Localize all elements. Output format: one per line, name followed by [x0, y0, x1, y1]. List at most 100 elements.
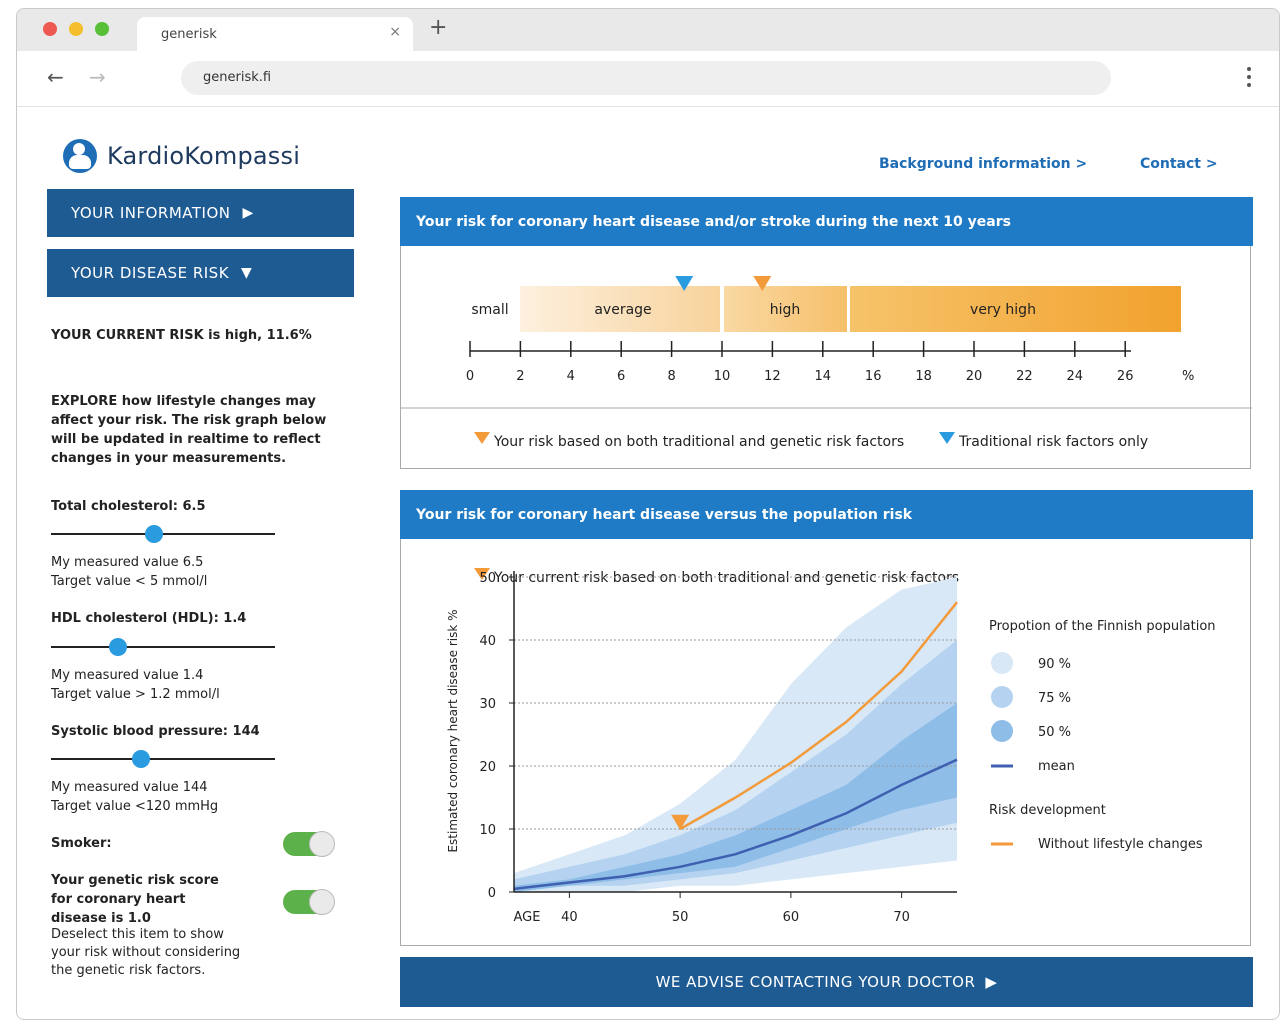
x-axis-label: AGE [514, 910, 541, 925]
browser-window: generisk × + ← → generisk.fi KardioKompa… [16, 8, 1280, 1020]
legend-title: Propotion of the Finnish population [989, 619, 1216, 634]
legend-50: 50 % [1038, 725, 1071, 740]
slider-thumb[interactable] [131, 750, 150, 768]
back-icon[interactable]: ← [47, 65, 64, 89]
scale-tick-label: % [1182, 369, 1194, 384]
x-tick-label: 60 [783, 910, 800, 925]
scale-tick-label: 24 [1067, 369, 1084, 384]
scale-tick-label: 18 [915, 369, 932, 384]
chevron-down-icon: ▼ [241, 265, 253, 281]
scale-tick-label: 4 [567, 369, 575, 384]
risk-scale-svg: small average high very high 0 2 4 6 8 10 12 14… [401, 276, 1252, 450]
smoker-toggle[interactable] [283, 831, 335, 857]
x-tick-label: 40 [561, 910, 578, 925]
your-information-button[interactable]: YOUR INFORMATION ▶ [47, 189, 354, 237]
blood-pressure-values: My measured value 144 Target value <120 … [51, 780, 219, 814]
scale-tick-label: 0 [466, 369, 474, 384]
legend-title-risk-development: Risk development [989, 803, 1106, 818]
your-disease-risk-label: YOUR DISEASE RISK [71, 264, 230, 282]
scale-tick-label: 10 [714, 369, 731, 384]
y-tick-label: 50 [479, 571, 496, 586]
new-tab-icon[interactable]: + [429, 17, 447, 39]
tab-title: generisk [161, 27, 217, 42]
x-tick-label: 70 [893, 910, 910, 925]
blood-pressure-title: Systolic blood pressure: 144 [51, 724, 260, 739]
legend-mean: mean [1038, 759, 1075, 774]
total-cholesterol-slider[interactable] [51, 524, 275, 544]
background-information-link[interactable]: Background information > [879, 156, 1087, 172]
legend-swatch-75 [991, 686, 1013, 708]
logo-icon [63, 139, 97, 173]
maximize-window-dot[interactable] [95, 22, 109, 36]
minimize-window-dot[interactable] [69, 22, 83, 36]
smoker-label: Smoker: [51, 836, 112, 851]
scale-tick-label: 8 [667, 369, 675, 384]
traditional-legend-icon [939, 432, 955, 444]
legend-90: 90 % [1038, 657, 1071, 672]
y-axis-label: Estimated coronary heart disease risk % [446, 609, 460, 852]
band-label-small: small [471, 302, 508, 318]
close-tab-icon[interactable]: × [389, 24, 401, 40]
tab-bar: generisk × + [17, 9, 1279, 51]
current-risk-text: YOUR CURRENT RISK is high, 11.6% [51, 328, 312, 343]
legend-swatch-50 [991, 720, 1013, 742]
logo[interactable]: KardioKompassi [63, 138, 300, 174]
browser-tab[interactable]: generisk × [137, 17, 413, 51]
your-disease-risk-button[interactable]: YOUR DISEASE RISK ▼ [47, 249, 354, 297]
scale-tick-label: 14 [815, 369, 832, 384]
scale-tick-label: 2 [516, 369, 524, 384]
logo-text: KardioKompassi [107, 142, 301, 170]
legend-traditional-text: Traditional risk factors only [958, 434, 1148, 450]
y-tick-label: 10 [479, 823, 496, 838]
slider-thumb[interactable] [145, 525, 164, 543]
band-label-average: average [594, 302, 651, 318]
legend-genetic-text: Your risk based on both traditional and … [493, 434, 904, 450]
menu-icon[interactable] [1247, 67, 1251, 89]
y-tick-label: 20 [479, 760, 496, 775]
genetic-risk-toggle[interactable] [283, 889, 335, 915]
page-content: KardioKompassi Background information > … [17, 108, 1279, 1019]
population-risk-chart: Your current risk based on both traditio… [446, 568, 1216, 925]
hdl-cholesterol-slider[interactable] [51, 637, 275, 657]
risk-scale-panel: Your risk for coronary heart disease and… [400, 197, 1253, 469]
legend-without-lifestyle-changes: Without lifestyle changes [1038, 837, 1203, 852]
scale-tick-label: 22 [1016, 369, 1033, 384]
contact-doctor-button[interactable]: WE ADVISE CONTACTING YOUR DOCTOR ▶ [400, 957, 1253, 1007]
hdl-cholesterol-title: HDL cholesterol (HDL): 1.4 [51, 611, 247, 626]
url-text: generisk.fi [203, 70, 272, 85]
your-information-label: YOUR INFORMATION [71, 204, 231, 222]
address-bar: ← → generisk.fi [17, 51, 1279, 107]
y-tick-label: 40 [479, 634, 496, 649]
band-label-high: high [770, 302, 801, 318]
hdl-cholesterol-values: My measured value 1.4 Target value > 1.2… [51, 668, 220, 702]
y-tick-label: 0 [488, 886, 496, 901]
scale-tick-label: 12 [764, 369, 781, 384]
legend-75: 75 % [1038, 691, 1071, 706]
contact-link[interactable]: Contact > [1140, 156, 1218, 172]
population-risk-panel: Your risk for coronary heart disease ver… [400, 490, 1253, 946]
forward-icon[interactable]: → [89, 65, 106, 89]
band-label-very-high: very high [970, 302, 1036, 318]
close-window-dot[interactable] [43, 22, 57, 36]
scale-ticks: 0 2 4 6 8 10 12 14 16 18 20 22 24 26% [466, 341, 1194, 384]
url-field[interactable]: generisk.fi [181, 61, 1111, 95]
scale-tick-label: 26 [1117, 369, 1134, 384]
play-arrow-icon: ▶ [242, 205, 254, 221]
scale-tick-label: 6 [617, 369, 625, 384]
legend-swatch-90 [991, 652, 1013, 674]
genetic-legend-icon [474, 432, 490, 444]
current-risk-label: Your current risk based on both traditio… [493, 570, 959, 586]
genetic-note-text: Deselect this item to show your risk wit… [51, 927, 241, 978]
explore-text: EXPLORE how lifestyle changes may affect… [51, 394, 327, 466]
contact-doctor-label: WE ADVISE CONTACTING YOUR DOCTOR [655, 973, 976, 991]
slider-thumb[interactable] [109, 638, 128, 656]
y-tick-label: 30 [479, 697, 496, 712]
genetic-risk-text: Your genetic risk score for coronary hea… [51, 873, 219, 926]
scale-tick-label: 16 [865, 369, 882, 384]
x-tick-label: 50 [672, 910, 689, 925]
total-cholesterol-values: My measured value 6.5 Target value < 5 m… [51, 555, 208, 589]
scale-tick-label: 20 [966, 369, 983, 384]
total-cholesterol-title: Total cholesterol: 6.5 [51, 499, 206, 514]
blood-pressure-slider[interactable] [51, 749, 275, 769]
play-arrow-icon: ▶ [985, 973, 998, 991]
